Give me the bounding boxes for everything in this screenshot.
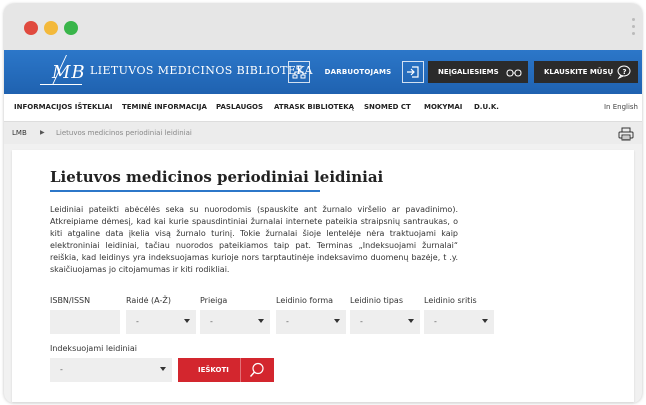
chevron-down-icon bbox=[160, 367, 166, 371]
chevron-down-icon bbox=[334, 319, 340, 323]
printer-icon[interactable] bbox=[618, 126, 634, 141]
chevron-down-icon bbox=[258, 319, 264, 323]
language-switch-link[interactable]: In English bbox=[604, 103, 638, 111]
type-select[interactable]: - bbox=[350, 310, 420, 334]
search-button[interactable]: IEŠKOTI bbox=[178, 358, 274, 382]
sitemap-icon[interactable] bbox=[288, 61, 310, 83]
form-select-value: - bbox=[286, 317, 289, 326]
letter-select-value: - bbox=[136, 317, 139, 326]
form-label: Leidinio forma bbox=[276, 296, 334, 305]
nav-item-information-resources[interactable]: INFORMACIJOS IŠTEKLIAI bbox=[14, 103, 112, 111]
search-icon bbox=[248, 361, 266, 379]
nav-item-discover-library[interactable]: ATRASK BIBLIOTEKĄ bbox=[274, 103, 354, 111]
logo-text: MB bbox=[52, 62, 86, 83]
maximize-window-button[interactable] bbox=[64, 21, 78, 35]
nav-item-services[interactable]: PASLAUGOS bbox=[216, 103, 263, 111]
nav-item-snomed-ct[interactable]: SNOMED CT bbox=[364, 103, 411, 111]
site-header: MB LIETUVOS MEDICINOS BIBLIOTEKA DARBUOT… bbox=[4, 50, 642, 94]
type-label: Leidinio tipas bbox=[350, 296, 403, 305]
type-select-value: - bbox=[360, 317, 363, 326]
form-select[interactable]: - bbox=[276, 310, 346, 334]
breadcrumb-current: Lietuvos medicinos periodiniai leidiniai bbox=[56, 129, 192, 137]
glasses-icon bbox=[506, 64, 522, 80]
field-select[interactable]: - bbox=[424, 310, 494, 334]
site-title[interactable]: LIETUVOS MEDICINOS BIBLIOTEKA bbox=[90, 64, 313, 77]
nav-item-faq[interactable]: D.U.K. bbox=[474, 103, 499, 111]
content-card: Lietuvos medicinos periodiniai leidiniai… bbox=[12, 150, 634, 402]
letter-label: Raidė (A-Ž) bbox=[126, 296, 171, 305]
ask-us-button[interactable]: KLAUSKITE MŪSŲ ? bbox=[534, 61, 638, 83]
intro-paragraph: Leidiniai pateikti abėcėlės seka su nuor… bbox=[50, 205, 458, 274]
accessibility-label: NEĮGALIESIEMS bbox=[438, 68, 499, 76]
main-navigation: INFORMACIJOS IŠTEKLIAI TEMINĖ INFORMACIJ… bbox=[4, 94, 642, 122]
access-label: Prieiga bbox=[200, 296, 228, 305]
close-window-button[interactable] bbox=[24, 21, 38, 35]
access-select-value: - bbox=[210, 317, 213, 326]
nav-item-training[interactable]: MOKYMAI bbox=[424, 103, 462, 111]
login-icon[interactable] bbox=[402, 61, 424, 83]
chevron-down-icon bbox=[184, 319, 190, 323]
letter-select[interactable]: - bbox=[126, 310, 196, 334]
chevron-down-icon bbox=[408, 319, 414, 323]
isbn-input[interactable] bbox=[50, 310, 120, 334]
minimize-window-button[interactable] bbox=[44, 21, 58, 35]
window-titlebar bbox=[4, 4, 642, 50]
indexed-select[interactable]: - bbox=[50, 358, 172, 382]
speech-bubble-icon: ? bbox=[616, 64, 632, 80]
kebab-menu-icon[interactable] bbox=[632, 18, 636, 38]
isbn-label: ISBN/ISSN bbox=[50, 296, 91, 305]
chevron-down-icon bbox=[482, 319, 488, 323]
indexed-select-value: - bbox=[60, 365, 63, 374]
staff-button[interactable]: DARBUOTOJAMS bbox=[322, 61, 394, 83]
breadcrumb-separator: ▶ bbox=[40, 129, 45, 136]
field-select-value: - bbox=[434, 317, 437, 326]
breadcrumb: LMB ▶ Lietuvos medicinos periodiniai lei… bbox=[4, 122, 642, 144]
ask-us-label: KLAUSKITE MŪSŲ bbox=[544, 68, 614, 76]
title-underline bbox=[50, 190, 320, 192]
search-button-label: IEŠKOTI bbox=[198, 366, 229, 374]
field-label: Leidinio sritis bbox=[424, 296, 477, 305]
svg-text:?: ? bbox=[623, 68, 627, 76]
nav-item-thematic-information[interactable]: TEMINĖ INFORMACIJA bbox=[122, 103, 207, 111]
page-title: Lietuvos medicinos periodiniai leidiniai bbox=[50, 168, 384, 186]
accessibility-button[interactable]: NEĮGALIESIEMS bbox=[428, 61, 528, 83]
browser-window: MB LIETUVOS MEDICINOS BIBLIOTEKA DARBUOT… bbox=[4, 4, 642, 403]
library-logo[interactable]: MB bbox=[31, 55, 85, 87]
breadcrumb-home-link[interactable]: LMB bbox=[12, 129, 27, 137]
access-select[interactable]: - bbox=[200, 310, 270, 334]
indexed-label: Indeksuojami leidiniai bbox=[50, 344, 137, 353]
